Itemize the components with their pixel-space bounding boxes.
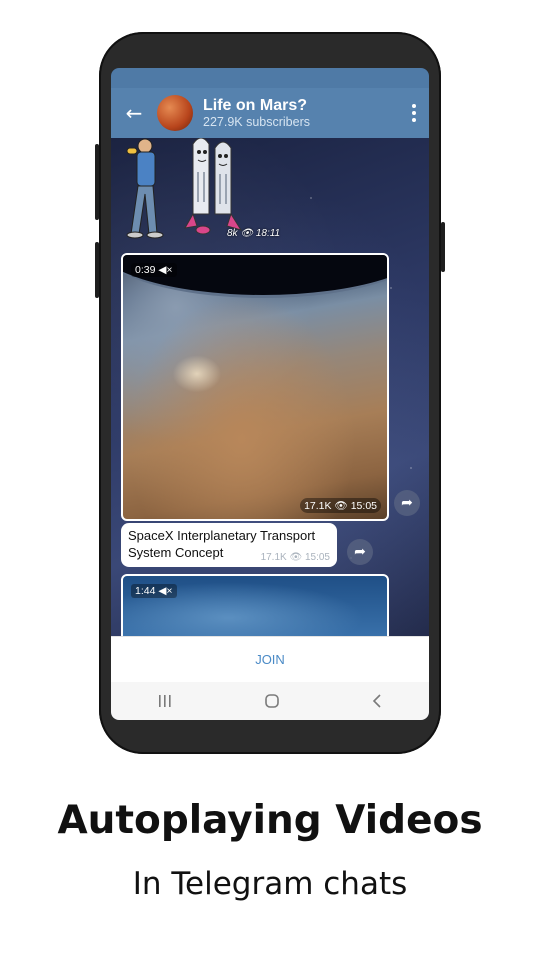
message-views: 17.1K bbox=[260, 552, 287, 563]
muted-speaker-icon[interactable]: ◀× bbox=[158, 264, 172, 276]
video2-duration-badge: 1:44 ◀× bbox=[131, 584, 177, 598]
views-eye-icon: 👁 bbox=[334, 500, 348, 512]
channel-avatar[interactable] bbox=[157, 95, 193, 131]
video-duration-badge: 0:39 ◀× bbox=[131, 263, 177, 277]
sticker-views: 8k bbox=[227, 228, 238, 239]
power-button bbox=[441, 222, 445, 272]
video-time: 15:05 bbox=[350, 500, 377, 512]
channel-subtitle: 227.9K subscribers bbox=[203, 115, 311, 129]
video2-duration: 1:44 bbox=[135, 585, 156, 597]
share-video-icon[interactable]: ➦ bbox=[394, 490, 420, 516]
back-nav-icon[interactable] bbox=[371, 693, 383, 709]
views-eye-icon: 👁 bbox=[240, 228, 254, 239]
promo-title: Autoplaying Videos bbox=[57, 798, 483, 843]
bixby-button bbox=[95, 242, 99, 298]
home-icon[interactable] bbox=[264, 693, 280, 709]
join-button[interactable]: JOIN bbox=[111, 636, 429, 683]
channel-title: Life on Mars? bbox=[203, 97, 308, 114]
phone-screen: ← Life on Mars? 227.9K subscribers 8k 👁 … bbox=[111, 68, 429, 720]
astronaut-sticker[interactable] bbox=[119, 138, 279, 240]
chat-area[interactable]: 8k 👁 18:11 0:39 ◀× 17.1K 👁 15:05 ➦ Space… bbox=[111, 138, 429, 636]
channel-info[interactable]: Life on Mars? 227.9K subscribers bbox=[203, 96, 399, 130]
message-time: 15:05 bbox=[304, 552, 330, 563]
video-views: 17.1K bbox=[304, 500, 332, 512]
video-duration: 0:39 bbox=[135, 264, 156, 276]
sticker-time: 18:11 bbox=[255, 228, 281, 239]
status-bar bbox=[111, 68, 429, 88]
share-message-icon[interactable]: ➦ bbox=[347, 539, 373, 565]
promo-subtitle: In Telegram chats bbox=[132, 866, 408, 902]
muted-speaker-icon[interactable]: ◀× bbox=[158, 585, 172, 597]
recent-apps-icon[interactable] bbox=[157, 694, 173, 708]
video-meta: 17.1K 👁 15:05 bbox=[300, 498, 381, 513]
views-eye-icon: 👁 bbox=[289, 552, 303, 563]
volume-button bbox=[95, 144, 99, 220]
message-meta: 17.1K 👁 15:05 bbox=[261, 552, 330, 563]
back-arrow-icon[interactable]: ← bbox=[111, 101, 157, 125]
android-nav-bar bbox=[111, 682, 429, 720]
message-bubble[interactable]: SpaceX Interplanetary Transport System C… bbox=[121, 523, 337, 567]
video-message-2[interactable]: 1:44 ◀× bbox=[121, 574, 389, 636]
more-vertical-icon[interactable] bbox=[399, 104, 429, 122]
sticker-meta: 8k 👁 18:11 bbox=[227, 228, 280, 239]
chat-header: ← Life on Mars? 227.9K subscribers bbox=[111, 88, 429, 138]
video-message[interactable]: 0:39 ◀× 17.1K 👁 15:05 bbox=[121, 253, 389, 521]
